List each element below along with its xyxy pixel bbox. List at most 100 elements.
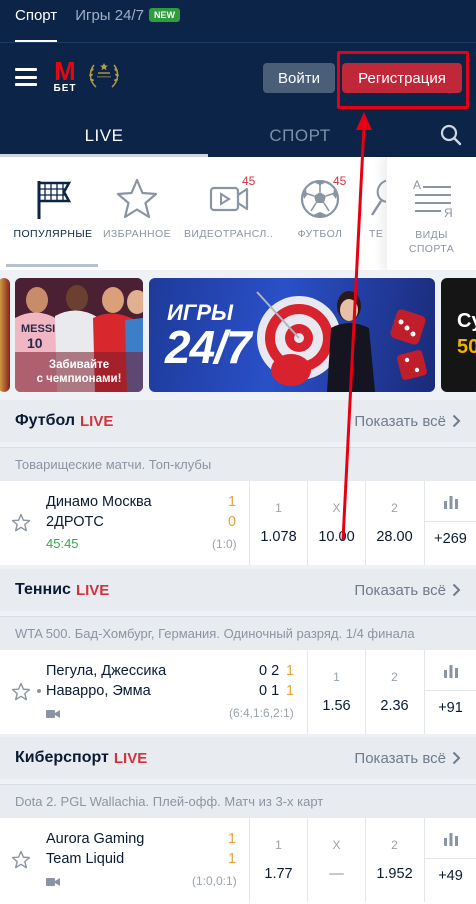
league-header[interactable]: Товарищеские матчи. Топ-клубы [0,447,476,481]
section-title: Теннис [15,581,71,598]
football-count: 45 [333,174,347,188]
tab-games[interactable]: Игры 24/7 NEW [75,0,180,42]
category-label: ИЗБРАННОЕ [102,228,172,240]
more-markets-button[interactable]: +49 [424,818,476,902]
odd-value: 1.952 [376,866,413,882]
super-banner-number: 50 [457,336,476,358]
all-sports-button[interactable]: А Я ВИДЫ СПОРТА [386,157,476,270]
odd-key: X [332,838,341,852]
odd-cell[interactable]: 2 1.952 [365,818,423,902]
section-football-header[interactable]: Футбол LIVE Показать всё [0,400,476,442]
category-popular[interactable]: ПОПУЛЯРНЫЕ [8,157,98,270]
sets-away: 0 1 [259,683,280,699]
video-camera-icon [46,710,60,718]
odd-key: 2 [391,670,398,684]
league-header[interactable]: Dota 2. PGL Wallachia. Плей-офф. Матч из… [0,784,476,818]
tab-live[interactable]: LIVE [0,115,208,157]
mode-tabs: LIVE СПОРТ [0,115,476,157]
game-away: 1 [286,683,295,699]
team-home: Aurora Gaming [46,831,145,847]
odd-cell[interactable]: 1 1.56 [307,650,365,734]
team-away: 2ДРОТС [46,514,104,530]
more-markets-button[interactable]: +91 [424,650,476,734]
bar-chart-icon [444,496,458,509]
all-sports-label: ВИДЫ СПОРТА [408,229,455,255]
category-active-indicator [6,264,98,267]
odd-key: 2 [391,838,398,852]
more-markets-button[interactable]: +269 [424,481,476,565]
category-label: ВИДЕОТРАНСЛ... [184,228,274,240]
odd-cell[interactable]: 2 2.36 [365,650,423,734]
bar-chart-icon [444,665,458,678]
category-label: ПОПУЛЯРНЫЕ [13,228,93,240]
new-badge: NEW [148,8,180,22]
favorite-star-icon[interactable] [11,513,31,533]
tab-sport[interactable]: Спорт [15,0,58,42]
games-banner-247: 24/7 [165,321,252,373]
period-score: (6:4,1:6,2:1) [229,706,294,720]
category-favorites[interactable]: ИЗБРАННОЕ [92,157,182,270]
odd-value: 28.00 [376,529,413,545]
super-banner[interactable]: Су 50 [441,278,476,392]
show-all-link[interactable]: Показать всё [354,413,446,430]
sport-categories: ПОПУЛЯРНЫЕ ИЗБРАННОЕ 45 ВИДЕОТРАНСЛ... 4… [0,157,476,270]
svg-text:MESSI: MESSI [21,323,55,335]
period-score: (1:0) [212,537,237,551]
odd-cell[interactable]: X 10.00 [307,481,365,565]
odd-value: 1.77 [264,866,293,882]
star-icon [116,178,158,219]
live-badge: LIVE [75,581,110,599]
match-row[interactable]: Aurora Gaming Team Liquid 1 1 (1:0,0:1) … [0,818,476,904]
section-title: Киберспорт [15,749,109,766]
banner-partial-left[interactable] [0,278,10,392]
svg-text:Я: Я [444,206,453,220]
odd-value: 2.36 [380,698,409,714]
bar-chart-icon [444,833,458,846]
show-all-link[interactable]: Показать всё [354,750,446,767]
favorite-star-icon[interactable] [11,682,31,702]
logo-text: БЕТ [53,83,77,94]
category-football[interactable]: 45 ФУТБОЛ [275,157,365,270]
section-tennis-header[interactable]: Теннис LIVE Показать всё [0,569,476,611]
more-markets-count: +269 [434,531,467,547]
category-video[interactable]: 45 ВИДЕОТРАНСЛ... [184,157,274,270]
category-label: ФУТБОЛ [297,228,343,240]
more-markets-count: +91 [438,700,463,716]
live-badge: LIVE [80,412,114,430]
section-esports-header[interactable]: Киберспорт LIVE Показать всё [0,737,476,779]
odd-cell[interactable]: X — [307,818,365,902]
odd-cell[interactable]: 2 28.00 [365,481,423,565]
show-all-link[interactable]: Показать всё [354,582,446,599]
odd-key: 2 [391,501,398,515]
odd-key: X [332,501,341,515]
favorite-star-icon[interactable] [11,850,31,870]
odd-value: 1.078 [260,529,297,545]
login-button[interactable]: Войти [263,63,335,93]
tab-sport-label: Спорт [15,6,58,24]
odd-cell[interactable]: 1 1.078 [249,481,307,565]
logo[interactable]: M БЕТ [52,58,78,94]
score-home: 1 [228,831,237,847]
svg-text:А: А [413,178,421,192]
team-home: Пегула, Джессика [46,663,167,679]
score-home: 1 [228,494,237,510]
tab-sport-line[interactable]: СПОРТ [208,115,392,157]
games-247-banner[interactable]: ИГРЫ 24/7 [149,278,435,392]
match-row[interactable]: Пегула, Джессика Наварро, Эмма 0 2 1 0 1… [0,650,476,734]
menu-icon[interactable] [15,68,37,86]
logo-letter: M [54,56,76,86]
game-home: 1 [286,663,295,679]
odd-cell[interactable]: 1 1.77 [249,818,307,902]
league-header[interactable]: WTA 500. Бад-Хомбург, Германия. Одиночны… [0,616,476,650]
odd-value: 1.56 [322,698,351,714]
mobile-page: Спорт Игры 24/7 NEW M БЕТ Войти Регистра… [0,0,476,904]
search-icon[interactable] [440,124,462,146]
odd-key: 1 [333,670,340,684]
serve-indicator [37,689,41,693]
match-row[interactable]: Динамо Москва 2ДРОТС 45:45 1 0 (1:0) 1 1.… [0,481,476,565]
chevron-right-icon [452,583,461,597]
champions-banner-text: Забивайте с чемпионами! [36,359,122,385]
odd-value: 10.00 [318,529,355,545]
champions-banner[interactable]: MESSI 10 Забивайте с чемпионами! [15,278,143,392]
team-away: Team Liquid [46,851,125,867]
